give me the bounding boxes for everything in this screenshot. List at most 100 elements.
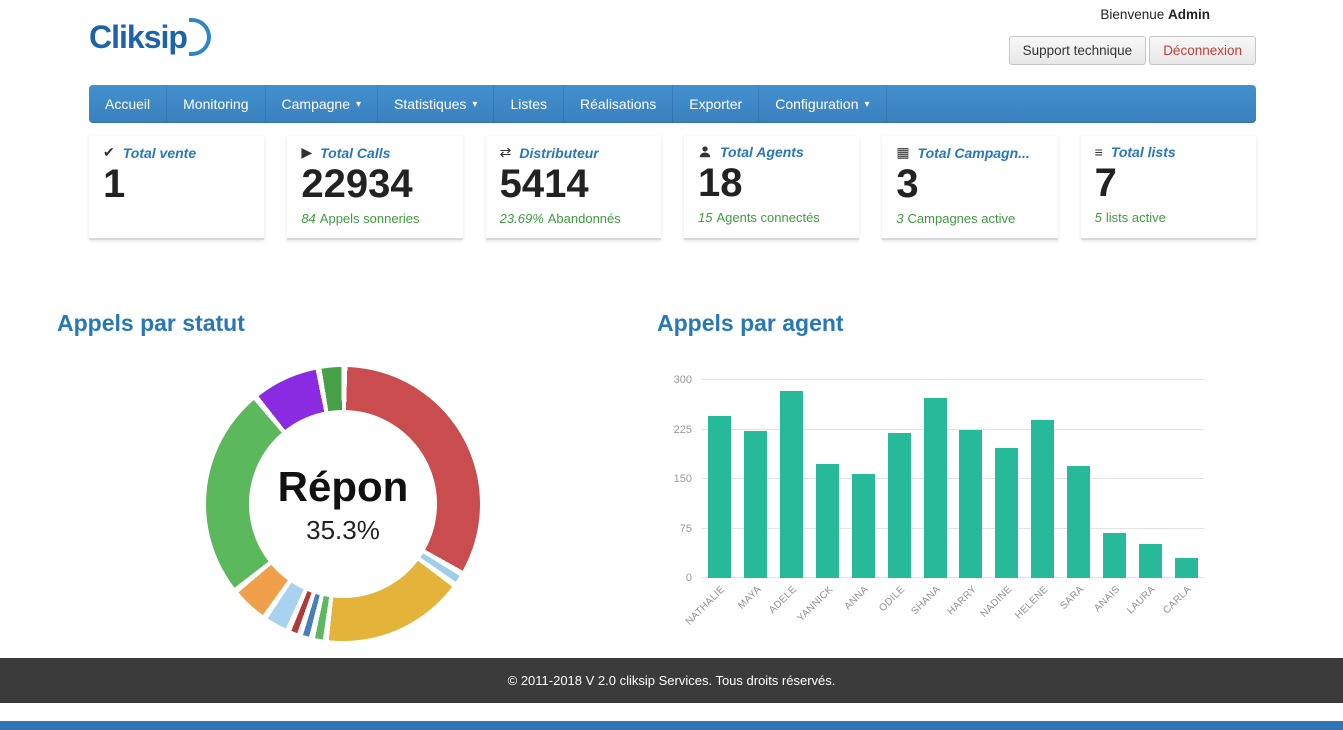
x-axis-label: ADELE xyxy=(767,584,799,616)
user-icon xyxy=(698,145,712,159)
bar-anais[interactable] xyxy=(1103,533,1126,578)
stat-title: Total vente xyxy=(123,145,196,161)
check-icon: ✔ xyxy=(103,144,115,161)
stat-sub-value: 23.69% xyxy=(500,211,544,226)
chevron-down-icon: ▾ xyxy=(865,99,870,110)
bar-shana[interactable] xyxy=(924,398,947,578)
x-axis-label: MAYA xyxy=(736,584,764,612)
stat-title: Total lists xyxy=(1111,144,1176,160)
x-axis-label: YANNICK xyxy=(795,584,835,624)
stat-subtitle: 84 Appels sonneries xyxy=(301,211,448,227)
nav-label: Exporter xyxy=(689,96,742,112)
logo-text: Cliksip xyxy=(89,19,187,56)
x-axis-label: NATHALIE xyxy=(684,584,728,628)
donut-hole xyxy=(249,410,437,598)
x-axis-label: HARRY xyxy=(945,584,978,617)
bar-laura[interactable] xyxy=(1139,544,1162,578)
nav-label: Listes xyxy=(510,96,547,112)
bar-slot: ADELE xyxy=(774,380,810,578)
footer-accent-strip xyxy=(0,721,1343,730)
username: Admin xyxy=(1168,7,1210,22)
bar-slot: ODILE xyxy=(881,380,917,578)
nav-item-campagne[interactable]: Campagne▾ xyxy=(266,85,379,123)
nav-item-realisations[interactable]: Réalisations xyxy=(564,85,673,123)
header-buttons: Support technique Déconnexion xyxy=(1009,36,1256,65)
bar-yannick[interactable] xyxy=(816,464,839,578)
donut-chart: Répon 35.3% xyxy=(206,367,480,641)
chevron-down-icon: ▾ xyxy=(472,99,477,110)
bar-maya[interactable] xyxy=(744,431,767,578)
grid-icon: ▦ xyxy=(896,144,909,161)
stat-title: Total Agents xyxy=(720,144,804,160)
nav-item-listes[interactable]: Listes xyxy=(494,85,564,123)
x-axis-label: NADINE xyxy=(979,584,1015,620)
bar-slot: SARA xyxy=(1061,380,1097,578)
x-axis-label: ODILE xyxy=(877,584,907,614)
stat-sub-text: Appels sonneries xyxy=(320,211,420,226)
stat-card-total-lists: ≡ Total lists 7 5lists active xyxy=(1081,136,1256,240)
nav-label: Réalisations xyxy=(580,96,656,112)
x-axis-label: ANNA xyxy=(843,584,871,612)
bar-slot: ANNA xyxy=(845,380,881,578)
bar-slot: NADINE xyxy=(989,380,1025,578)
nav-item-exporter[interactable]: Exporter xyxy=(673,85,759,123)
footer-bar: © 2011-2018 V 2.0 cliksip Services. Tous… xyxy=(0,658,1343,703)
x-axis-label: SARA xyxy=(1058,584,1086,612)
y-axis: 075150225300 xyxy=(660,380,692,578)
bars-container: NATHALIEMAYAADELEYANNICKANNAODILESHANAHA… xyxy=(702,380,1204,578)
x-axis-label: HELENE xyxy=(1013,584,1050,621)
bar-slot: LAURA xyxy=(1132,380,1168,578)
stat-value: 1 xyxy=(103,162,250,206)
stat-value: 5414 xyxy=(500,162,647,206)
stat-card-total-agents: Total Agents 18 15 Agents connectés xyxy=(684,136,859,240)
support-button[interactable]: Support technique xyxy=(1009,36,1147,65)
play-icon: ▶ xyxy=(301,144,312,161)
nav-label: Configuration xyxy=(775,96,858,112)
y-tick-label: 225 xyxy=(674,424,692,436)
x-axis-label: ANAIS xyxy=(1092,584,1122,614)
nav-item-statistiques[interactable]: Statistiques▾ xyxy=(378,85,494,123)
stat-sub-value: 84 xyxy=(301,211,315,226)
stat-subtitle: 15 Agents connectés xyxy=(698,210,845,226)
stat-card-total-calls: ▶ Total Calls 22934 84Appels sonneries xyxy=(287,136,462,240)
bar-nadine[interactable] xyxy=(995,448,1018,578)
stat-value: 18 xyxy=(698,161,845,205)
nav-list: Accueil Monitoring Campagne▾ Statistique… xyxy=(89,85,1256,123)
logout-button[interactable]: Déconnexion xyxy=(1149,36,1256,65)
bar-odile[interactable] xyxy=(888,433,911,578)
bar-slot: HARRY xyxy=(953,380,989,578)
nav-item-accueil[interactable]: Accueil xyxy=(89,85,167,123)
nav-label: Accueil xyxy=(105,96,150,112)
welcome-text: Bienvenue Admin xyxy=(1100,7,1210,22)
stat-sub-text: Campagnes active xyxy=(908,211,1016,226)
welcome-prefix: Bienvenue xyxy=(1100,7,1164,22)
bar-slot: MAYA xyxy=(738,380,774,578)
stat-sub-value: 5 xyxy=(1095,210,1102,225)
stat-title: Total Calls xyxy=(320,145,390,161)
nav-item-configuration[interactable]: Configuration ▾ xyxy=(759,85,886,123)
bar-chart: 075150225300 NATHALIEMAYAADELEYANNICKANN… xyxy=(660,368,1208,624)
bar-helene[interactable] xyxy=(1031,420,1054,578)
bar-slot: ANAIS xyxy=(1096,380,1132,578)
bar-adele[interactable] xyxy=(780,391,803,578)
stat-sub-value: 15 xyxy=(698,210,712,225)
bar-carla[interactable] xyxy=(1175,558,1198,578)
stat-subtitle: 23.69%Abandonnés xyxy=(500,211,647,227)
cliksip-logo[interactable]: Cliksip xyxy=(89,18,211,56)
stats-row: ✔ Total vente 1 ▶ Total Calls 22934 84Ap… xyxy=(89,136,1256,240)
stat-card-total-campagnes: ▦ Total Campagn... 3 3Campagnes active xyxy=(882,136,1057,240)
bar-anna[interactable] xyxy=(852,474,875,578)
nav-label: Monitoring xyxy=(183,96,248,112)
plot-area: NATHALIEMAYAADELEYANNICKANNAODILESHANAHA… xyxy=(702,380,1204,578)
bar-harry[interactable] xyxy=(959,430,982,579)
stat-sub-text: Agents connectés xyxy=(716,210,819,225)
bar-slot: HELENE xyxy=(1025,380,1061,578)
nav-item-monitoring[interactable]: Monitoring xyxy=(167,85,265,123)
x-axis-label: SHANA xyxy=(910,584,943,617)
stat-sub-value: 3 xyxy=(896,211,903,226)
bar-sara[interactable] xyxy=(1067,466,1090,578)
bar-nathalie[interactable] xyxy=(708,416,731,578)
bar-chart-title: Appels par agent xyxy=(657,310,844,337)
random-icon: ⇄ xyxy=(500,144,512,161)
stat-sub-text: lists active xyxy=(1106,210,1166,225)
